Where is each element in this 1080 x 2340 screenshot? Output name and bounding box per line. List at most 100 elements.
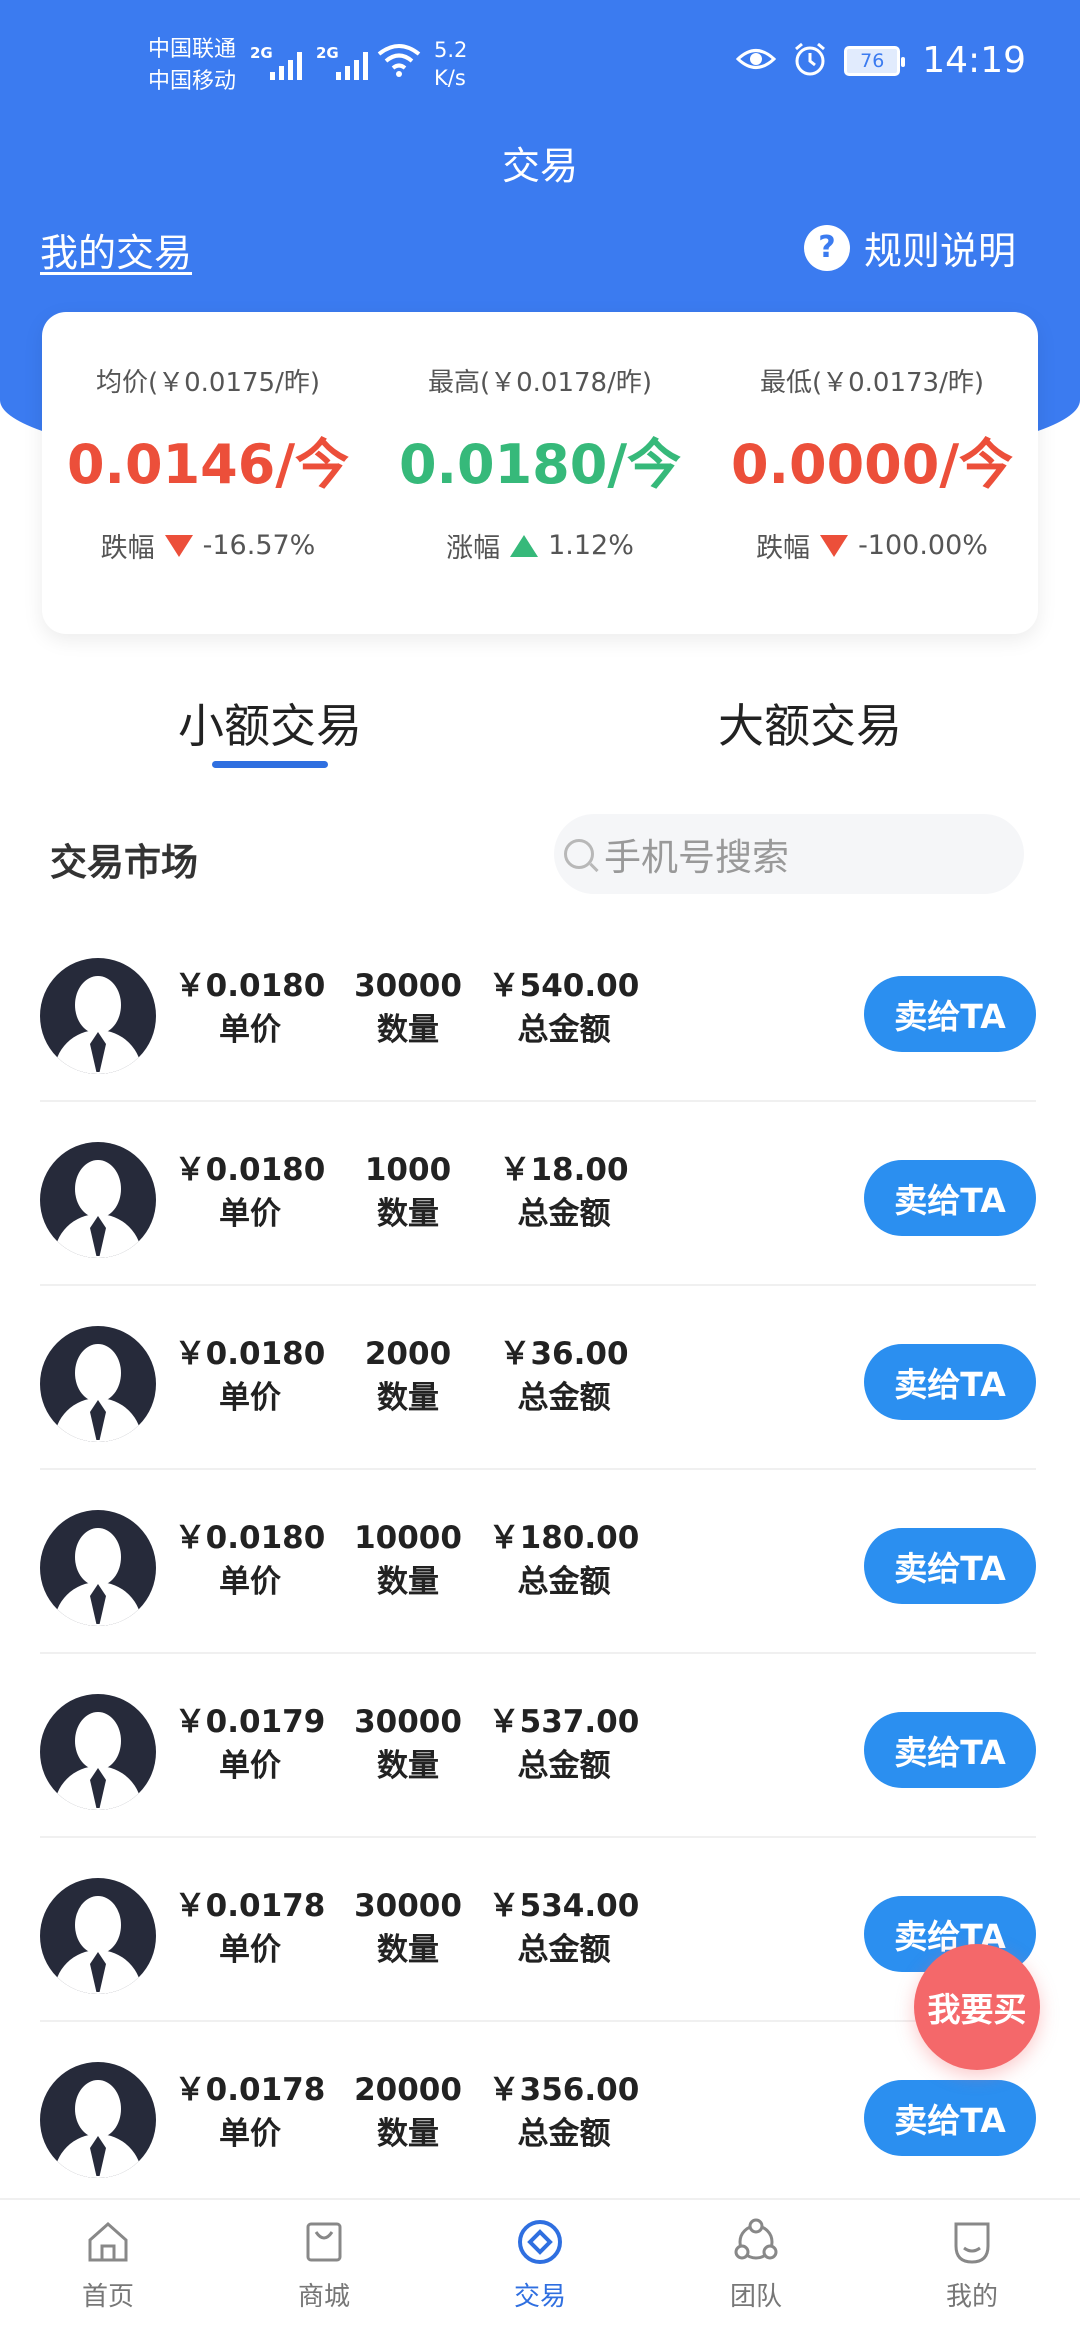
low-price-stat: 最低(￥0.0173/昨) 0.0000/今 跌幅 -100.00% <box>706 312 1038 634</box>
total-amount-label: 总金额 <box>517 1380 611 1416</box>
avg-price-ref: 均价(￥0.0175/昨) <box>95 368 321 398</box>
high-price-ref: 最高(￥0.0178/昨) <box>427 368 653 398</box>
table-row: ￥0.0178 单价 30000 数量 ￥534.00 总金额 卖给TA <box>40 1838 1036 2022</box>
avg-change-label: 跌幅 <box>100 533 155 564</box>
table-row: ￥0.0179 单价 30000 数量 ￥537.00 总金额 卖给TA <box>40 1654 1036 1838</box>
quantity-label: 数量 <box>377 1196 439 1232</box>
down-triangle-icon <box>820 534 849 557</box>
phone-search-input[interactable]: 手机号搜索 <box>554 814 1024 894</box>
unit-price-label: 单价 <box>219 1380 281 1416</box>
battery-level: 76 <box>860 49 885 72</box>
trade-icon <box>518 2220 562 2264</box>
down-triangle-icon <box>164 534 193 557</box>
total-amount-value: ￥36.00 <box>499 1336 629 1372</box>
quantity-label: 数量 <box>377 1748 439 1784</box>
carrier-1: 中国联通 <box>148 37 237 62</box>
nav-item-mine[interactable]: 我的 <box>864 2200 1080 2340</box>
status-bar: 中国联通 中国移动 2G 2G 5.2 K/s 76 14:19 <box>0 0 1080 130</box>
avg-price-value: 0.0146/今 <box>66 433 350 496</box>
rules-button[interactable]: ? 规则说明 <box>803 220 1016 275</box>
sell-to-button[interactable]: 卖给TA <box>864 1528 1036 1604</box>
unit-price-value: ￥0.0179 <box>174 1704 326 1740</box>
tab-small-trade[interactable]: 小额交易 <box>178 690 362 756</box>
low-change-label: 跌幅 <box>756 533 811 564</box>
total-amount-cell: ￥534.00 总金额 <box>474 1884 654 1972</box>
quantity-cell: 10000 数量 <box>318 1516 498 1604</box>
page-title: 交易 <box>501 144 578 188</box>
nav-item-home[interactable]: 首页 <box>0 2200 216 2340</box>
carrier-2: 中国移动 <box>148 69 237 94</box>
low-price-ref: 最低(￥0.0173/昨) <box>759 368 985 398</box>
sell-to-button[interactable]: 卖给TA <box>864 1344 1036 1420</box>
unit-price-cell: ￥0.0180 单价 <box>160 964 340 1052</box>
quantity-value: 30000 <box>354 1888 462 1924</box>
unit-price-value: ￥0.0180 <box>174 1152 326 1188</box>
total-amount-value: ￥540.00 <box>488 968 640 1004</box>
unit-price-cell: ￥0.0180 单价 <box>160 1516 340 1604</box>
profile-icon <box>954 2222 990 2264</box>
total-amount-label: 总金额 <box>517 1196 611 1232</box>
unit-price-value: ￥0.0180 <box>174 1336 326 1372</box>
high-change-label: 涨幅 <box>446 533 501 564</box>
total-amount-value: ￥537.00 <box>488 1704 640 1740</box>
buy-floating-button[interactable]: 我要买 <box>914 1944 1040 2070</box>
eye-icon <box>736 44 777 78</box>
quantity-value: 30000 <box>354 968 462 1004</box>
signal-1-icon <box>270 44 302 80</box>
quantity-value: 30000 <box>354 1704 462 1740</box>
avg-price-stat: 均价(￥0.0175/昨) 0.0146/今 跌幅 -16.57% <box>42 312 374 634</box>
unit-price-value: ￥0.0178 <box>174 1888 326 1924</box>
quantity-label: 数量 <box>377 1932 439 1968</box>
sell-to-button[interactable]: 卖给TA <box>864 1712 1036 1788</box>
signal-2-icon <box>336 44 368 80</box>
team-icon <box>734 2218 778 2260</box>
quantity-cell: 30000 数量 <box>318 1700 498 1788</box>
avatar <box>40 958 156 1074</box>
price-summary-card: 均价(￥0.0175/昨) 0.0146/今 跌幅 -16.57% 最高(￥0.… <box>42 312 1038 634</box>
nav-item-trade[interactable]: 交易 <box>432 2200 648 2340</box>
avg-price-change: 跌幅 -16.57% <box>42 526 374 565</box>
table-row: ￥0.0180 单价 10000 数量 ￥180.00 总金额 卖给TA <box>40 1470 1036 1654</box>
nav-label: 团队 <box>729 2282 782 2312</box>
net-speed-unit: K/s <box>434 66 466 90</box>
up-triangle-icon <box>510 534 539 557</box>
net-speed: 5.2 K/s <box>434 36 467 92</box>
avatar <box>40 1694 156 1810</box>
quantity-cell: 30000 数量 <box>318 1884 498 1972</box>
my-trade-link[interactable]: 我的交易 <box>40 222 192 277</box>
nav-item-shop[interactable]: 商城 <box>216 2200 432 2340</box>
table-row: ￥0.0180 单价 2000 数量 ￥36.00 总金额 卖给TA <box>40 1286 1036 1470</box>
quantity-label: 数量 <box>377 1564 439 1600</box>
sell-to-button[interactable]: 卖给TA <box>864 1160 1036 1236</box>
avatar <box>40 1878 156 1994</box>
total-amount-cell: ￥540.00 总金额 <box>474 964 654 1052</box>
tab-large-trade[interactable]: 大额交易 <box>718 690 902 756</box>
quantity-cell: 1000 数量 <box>318 1148 498 1236</box>
home-icon <box>88 2221 128 2262</box>
sell-to-button[interactable]: 卖给TA <box>864 976 1036 1052</box>
alarm-icon <box>792 41 828 81</box>
quantity-label: 数量 <box>377 2116 439 2152</box>
quantity-label: 数量 <box>377 1380 439 1416</box>
quantity-cell: 30000 数量 <box>318 964 498 1052</box>
avatar <box>40 1326 156 1442</box>
sell-to-button[interactable]: 卖给TA <box>864 2080 1036 2156</box>
total-amount-value: ￥18.00 <box>499 1152 629 1188</box>
table-row: ￥0.0178 单价 20000 数量 ￥356.00 总金额 卖给TA <box>40 2022 1036 2206</box>
unit-price-cell: ￥0.0180 单价 <box>160 1148 340 1236</box>
avatar <box>40 1510 156 1626</box>
avg-change-value: -16.57% <box>202 530 316 561</box>
quantity-value: 10000 <box>354 1520 462 1556</box>
total-amount-label: 总金额 <box>517 1748 611 1784</box>
high-price-stat: 最高(￥0.0178/昨) 0.0180/今 涨幅 1.12% <box>374 312 706 634</box>
total-amount-label: 总金额 <box>517 1012 611 1048</box>
unit-price-cell: ￥0.0178 单价 <box>160 1884 340 1972</box>
wifi-icon <box>376 42 422 82</box>
nav-item-team[interactable]: 团队 <box>648 2200 864 2340</box>
avatar <box>40 1142 156 1258</box>
low-price-change: 跌幅 -100.00% <box>706 526 1038 565</box>
unit-price-label: 单价 <box>219 1932 281 1968</box>
quantity-cell: 2000 数量 <box>318 1332 498 1420</box>
total-amount-value: ￥180.00 <box>488 1520 640 1556</box>
carrier-info: 中国联通 中国移动 <box>148 34 236 98</box>
